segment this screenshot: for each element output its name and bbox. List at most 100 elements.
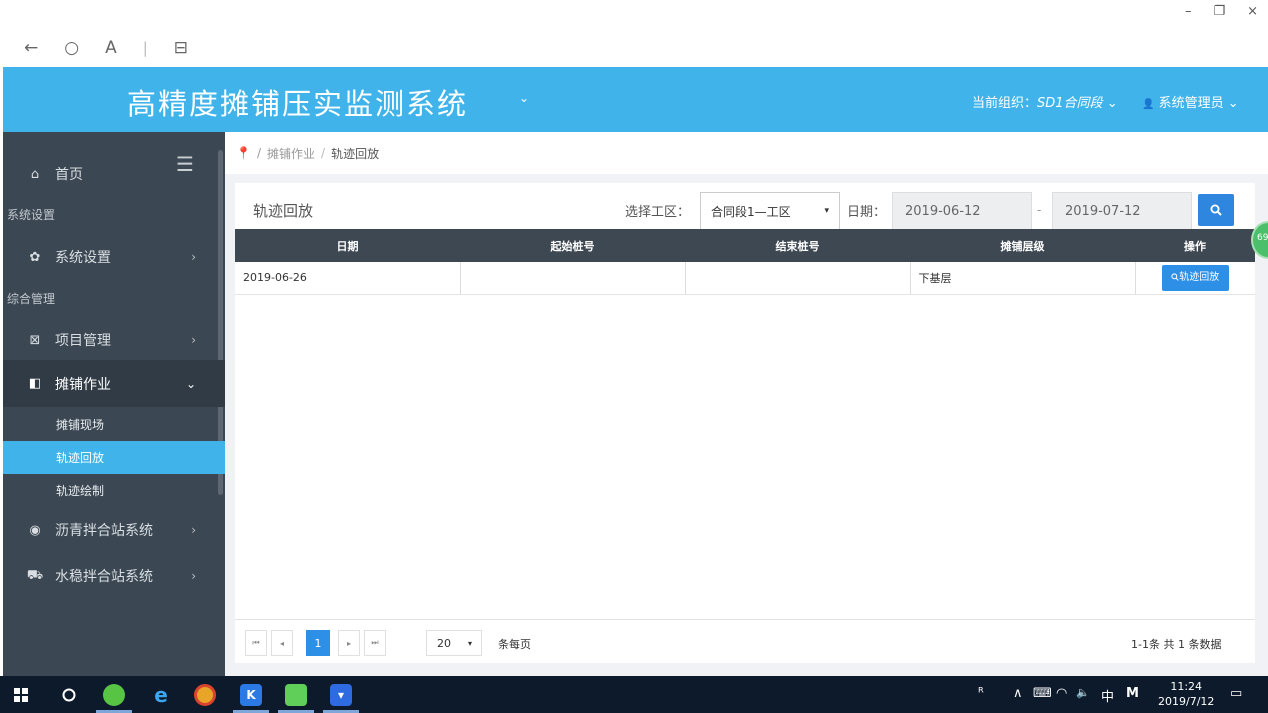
browser-chrome: – ❐ × ← ○ A | ⊟ xyxy=(0,0,1268,67)
cell-layer: 下基层 xyxy=(910,262,1136,295)
sidebar-item-asphalt[interactable]: ◉ 沥青拌合站系统 › xyxy=(3,518,218,542)
track-playback-button[interactable]: 轨迹回放 xyxy=(1161,264,1229,291)
user-menu[interactable]: 👤 系统管理员 ⌄ xyxy=(1142,92,1239,111)
cell-action: 轨迹回放 xyxy=(1135,262,1255,295)
tray-chevron-icon[interactable]: ∧ xyxy=(1013,686,1023,701)
area-select[interactable]: 合同段1—工区 ▾ xyxy=(700,192,840,230)
date-range-separator: - xyxy=(1037,203,1042,217)
pagination-summary: 1-1条 共 1 条数据 xyxy=(1131,638,1222,651)
prev-page-button[interactable]: ◂ xyxy=(271,630,293,656)
breadcrumb-slash: / xyxy=(321,146,326,160)
ime-mode-icon[interactable]: M xyxy=(1126,686,1139,701)
reader-icon[interactable]: A xyxy=(105,38,117,58)
breadcrumb-paving[interactable]: 摊铺作业 xyxy=(267,145,315,162)
map-icon: ◧ xyxy=(28,376,42,391)
minimize-button[interactable]: – xyxy=(1185,4,1192,19)
sidebar-item-system-settings[interactable]: ✿ 系统设置 › xyxy=(3,245,218,269)
nav-separator: | xyxy=(142,39,148,57)
search-button[interactable] xyxy=(1198,194,1234,226)
caret-down-icon: ▾ xyxy=(824,206,829,216)
org-selector[interactable]: 当前组织：SD1合同段 ⌄ xyxy=(972,92,1118,111)
people-icon[interactable]: ᴿ xyxy=(978,686,984,701)
sidebar-item-label: 水稳拌合站系统 xyxy=(55,569,153,585)
page-size-select[interactable]: 20 ▾ xyxy=(426,630,482,656)
chevron-down-icon: ⌄ xyxy=(185,376,196,391)
section-label-general: 综合管理 xyxy=(7,292,56,306)
column-header[interactable]: 日期 xyxy=(235,229,460,262)
per-page-label: 条每页 xyxy=(498,638,531,651)
chevron-right-icon: › xyxy=(191,250,196,264)
column-header: 操作 xyxy=(1135,229,1255,262)
sidebar-item-label: 项目管理 xyxy=(55,333,111,349)
first-page-button[interactable]: ⏮ xyxy=(245,630,267,656)
chrome-icon[interactable] xyxy=(194,684,216,706)
windows-start-icon[interactable] xyxy=(10,684,32,706)
track-table: 日期 起始桩号 结束桩号 摊铺层级 操作 2019-06-26 下基层 轨迹回放 xyxy=(235,229,1255,295)
clock[interactable]: 11:24 2019/7/12 xyxy=(1158,679,1214,709)
refresh-icon[interactable]: ○ xyxy=(64,38,79,58)
cortana-icon xyxy=(62,688,76,702)
ime-indicator[interactable]: 中 xyxy=(1101,686,1114,705)
restore-button[interactable]: ❐ xyxy=(1213,4,1225,19)
sidebar-subitem-paving-site[interactable]: 摊铺现场 xyxy=(3,408,225,441)
table-row[interactable]: 2019-06-26 下基层 轨迹回放 xyxy=(235,262,1255,295)
chevron-right-icon: › xyxy=(191,333,196,347)
close-button[interactable]: × xyxy=(1247,4,1258,19)
page-size-value: 20 xyxy=(437,636,451,650)
wifi-icon[interactable]: ◠ xyxy=(1056,686,1067,701)
track-playback-panel: 轨迹回放 选择工区： 合同段1—工区 ▾ 日期： 2019-06-12 - 20… xyxy=(235,183,1255,663)
org-value: SD1合同段 xyxy=(1037,96,1103,111)
k-app-icon[interactable]: K xyxy=(240,684,262,706)
keyboard-icon[interactable]: ⌨ xyxy=(1033,686,1052,701)
back-icon[interactable]: ← xyxy=(24,38,38,58)
sidebar-item-home[interactable]: ⌂ 首页 xyxy=(3,162,218,186)
chevron-down-icon[interactable]: ⌄ xyxy=(519,91,529,105)
org-label: 当前组织： xyxy=(972,96,1038,111)
date-from-input[interactable]: 2019-06-12 xyxy=(892,192,1032,230)
breadcrumb-current: 轨迹回放 xyxy=(331,146,380,161)
sidebar-subitem-track-playback[interactable]: 轨迹回放 xyxy=(3,441,225,474)
volume-icon[interactable]: 🔈 xyxy=(1076,686,1090,699)
home-icon: ⌂ xyxy=(30,166,40,182)
breadcrumb-slash: / xyxy=(256,146,261,160)
section-label-system: 系统设置 xyxy=(7,208,56,222)
column-header[interactable]: 结束桩号 xyxy=(685,229,910,262)
notification-icon[interactable]: ▭ xyxy=(1230,686,1242,701)
next-page-button[interactable]: ▸ xyxy=(338,630,360,656)
sidebar-subitem-track-draw[interactable]: 轨迹绘制 xyxy=(3,474,225,507)
sidebar-item-label: 沥青拌合站系统 xyxy=(55,523,153,539)
sidebar-item-cement[interactable]: ⛟ 水稳拌合站系统 › xyxy=(3,564,218,588)
cell-end xyxy=(685,262,911,295)
search-taskbar-icon[interactable] xyxy=(58,684,80,706)
app-header: 高精度摊铺压实监测系统 ⌄ 当前组织：SD1合同段 ⌄ 👤 系统管理员 ⌄ xyxy=(3,67,1268,132)
tabs-icon[interactable]: ⊟ xyxy=(174,38,188,58)
column-header[interactable]: 摊铺层级 xyxy=(910,229,1135,262)
clock-date: 2019/7/12 xyxy=(1158,695,1215,708)
date-label: 日期： xyxy=(847,205,887,220)
date-to-input[interactable]: 2019-07-12 xyxy=(1052,192,1192,230)
chevron-right-icon: › xyxy=(191,569,196,583)
browser-nav: ← ○ A | ⊟ xyxy=(24,38,188,58)
wechat-icon[interactable] xyxy=(285,684,307,706)
track-playback-label: 轨迹回放 xyxy=(1179,271,1220,283)
panel-title: 轨迹回放 xyxy=(253,202,314,220)
window-controls: – ❐ × xyxy=(1185,4,1258,19)
chevron-down-icon: ⌄ xyxy=(1106,96,1118,111)
caret-down-icon: ▾ xyxy=(467,638,472,648)
edge-icon[interactable]: e xyxy=(150,683,172,707)
sidebar-item-project[interactable]: ⊠ 项目管理 › xyxy=(3,328,218,352)
sidebar-item-label: 摊铺作业 xyxy=(55,376,111,393)
column-header[interactable]: 起始桩号 xyxy=(460,229,685,262)
shield-app-icon[interactable]: ▾ xyxy=(330,684,352,706)
current-page-button[interactable]: 1 xyxy=(306,630,330,656)
location-pin-icon: 📍 xyxy=(236,146,251,160)
sidebar: ☰ ⌂ 首页 系统设置 ✿ 系统设置 › 综合管理 ⊠ 项目管理 › ◧ 摊铺作… xyxy=(3,132,225,676)
sidebar-item-paving[interactable]: ◧ 摊铺作业 ⌄ xyxy=(3,360,225,407)
truck-icon: ⛟ xyxy=(26,567,44,583)
last-page-button[interactable]: ⏭ xyxy=(364,630,386,656)
sidebar-item-label: 系统设置 xyxy=(55,250,111,266)
windows-logo-icon xyxy=(14,688,28,702)
chevron-right-icon: › xyxy=(191,523,196,537)
user-icon: 👤 xyxy=(1142,99,1155,110)
browser-360-icon[interactable] xyxy=(103,684,125,706)
